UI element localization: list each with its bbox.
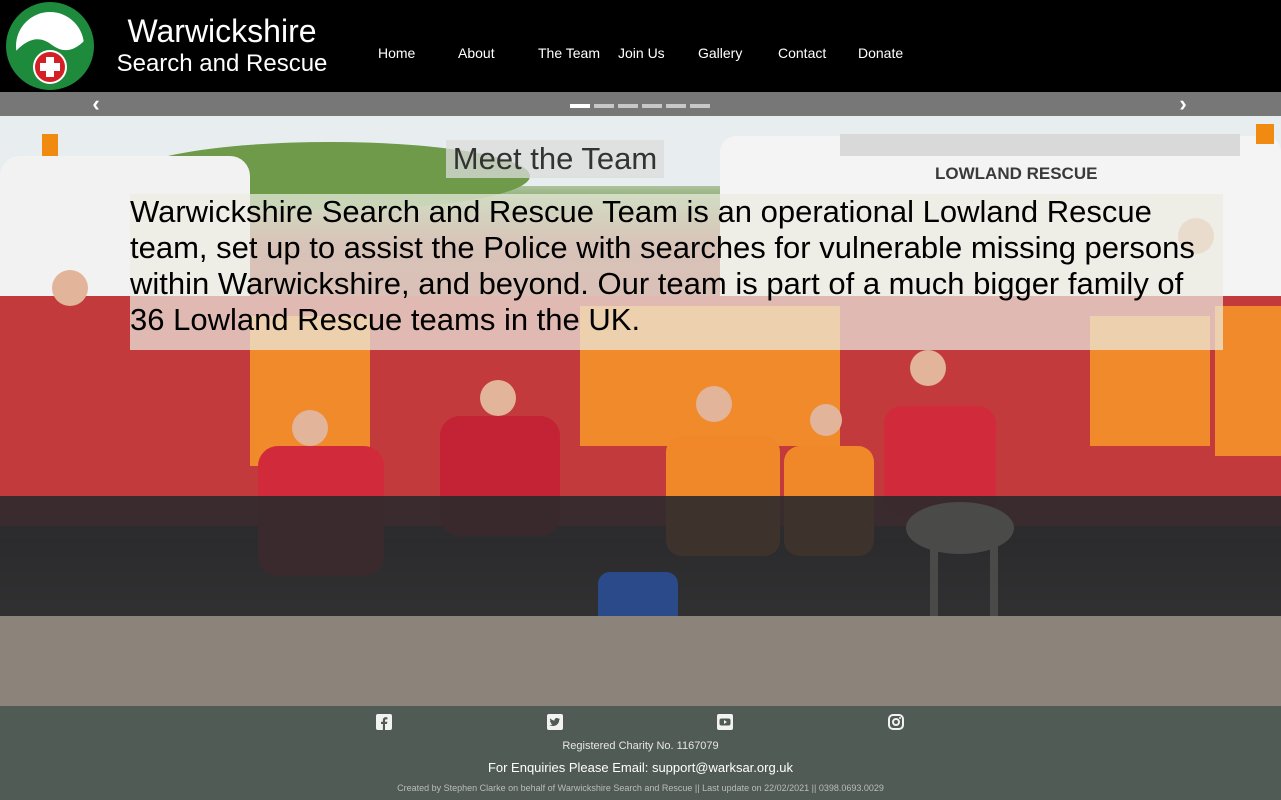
site-footer: Registered Charity No. 1167079 For Enqui… (0, 706, 1281, 800)
enquiry-email[interactable]: For Enquiries Please Email: support@wark… (0, 760, 1281, 775)
slide-indicator[interactable] (618, 104, 638, 108)
site-title[interactable]: Warwickshire Search and Rescue (108, 12, 336, 78)
slide-indicator[interactable] (594, 104, 614, 108)
nav-about[interactable]: About (458, 44, 495, 62)
site-title-line1: Warwickshire (127, 13, 317, 49)
van-sign: LOWLAND RESCUE (935, 164, 1097, 183)
logo[interactable] (0, 1, 101, 91)
hero-slide: LOWLAND RESCUE Meet the Team Warwickshir… (0, 116, 1281, 706)
youtube-icon[interactable] (717, 714, 733, 730)
hero-description: Warwickshire Search and Rescue Team is a… (130, 194, 1223, 350)
chevron-right-icon: › (1179, 91, 1187, 116)
site-header: Warwickshire Search and Rescue Home Abou… (0, 0, 1281, 92)
chevron-left-icon: ‹ (92, 91, 100, 116)
slide-indicator[interactable] (642, 104, 662, 108)
nav-contact[interactable]: Contact (778, 44, 826, 62)
hero-title: Meet the Team (446, 140, 664, 178)
instagram-icon[interactable] (888, 714, 904, 730)
slide-indicator[interactable] (690, 104, 710, 108)
twitter-icon[interactable] (547, 714, 563, 730)
credit-line: Created by Stephen Clarke on behalf of W… (397, 783, 884, 793)
facebook-icon[interactable] (376, 714, 392, 730)
slider-controls: ‹ › (0, 92, 1281, 116)
nav-join-us[interactable]: Join Us (618, 44, 665, 62)
next-slide-button[interactable]: › (1173, 92, 1193, 116)
prev-slide-button[interactable]: ‹ (86, 92, 106, 116)
nav-gallery[interactable]: Gallery (698, 44, 742, 62)
slide-indicator[interactable] (570, 104, 590, 108)
nav-donate[interactable]: Donate (858, 44, 903, 62)
charity-number: Registered Charity No. 1167079 (562, 740, 719, 752)
nav-home[interactable]: Home (378, 44, 415, 62)
nav-the-team[interactable]: The Team (538, 44, 600, 62)
slide-indicator[interactable] (666, 104, 686, 108)
site-title-line2: Search and Rescue (116, 50, 328, 77)
